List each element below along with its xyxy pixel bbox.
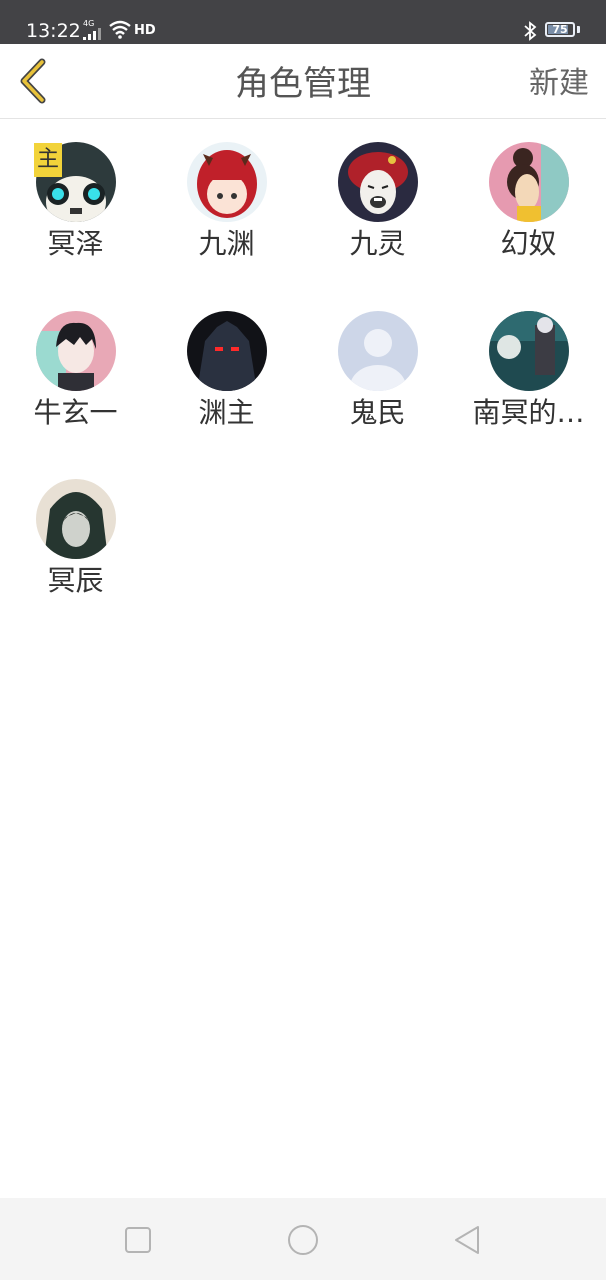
- rage-face-avatar: [338, 142, 418, 222]
- system-nav-bar: [0, 1198, 606, 1280]
- role-name: 牛玄一: [33, 396, 118, 429]
- status-time: 13:22: [26, 20, 81, 42]
- role-item[interactable]: 九渊: [151, 118, 302, 278]
- bluetooth-icon: [524, 21, 537, 41]
- role-name: 渊主: [198, 396, 255, 429]
- status-bar: 13:22 4G HD 75: [0, 0, 606, 44]
- battery-indicator: 75: [545, 22, 575, 37]
- hooded-figure-avatar: [36, 479, 116, 559]
- role-name: 九渊: [198, 227, 255, 260]
- bun-hair-girl-avatar: [489, 142, 569, 222]
- role-item[interactable]: 渊主: [151, 287, 302, 447]
- role-item[interactable]: 冥辰: [0, 455, 151, 615]
- role-item[interactable]: 鬼民: [302, 287, 453, 447]
- hd-label: HD: [134, 23, 156, 38]
- back-nav-button[interactable]: [446, 1218, 490, 1262]
- role-item[interactable]: 冥泽: [0, 118, 151, 278]
- wifi-icon: [109, 20, 131, 39]
- role-item[interactable]: 九灵: [302, 118, 453, 278]
- red-hair-horns-avatar: [187, 142, 267, 222]
- default-person-avatar: [338, 311, 418, 391]
- role-name: 冥泽: [47, 227, 104, 260]
- page-title: 角色管理: [235, 64, 371, 104]
- battery-tip: [577, 26, 580, 33]
- role-name: 南冥的…: [472, 396, 585, 429]
- shadow-demon-avatar: [187, 311, 267, 391]
- signal-icon: [83, 28, 101, 40]
- recent-apps-button[interactable]: [116, 1218, 160, 1262]
- home-button[interactable]: [281, 1218, 325, 1262]
- dark-hair-boy-avatar: [36, 311, 116, 391]
- ghost-scene-avatar: [489, 311, 569, 391]
- battery-percent: 75: [552, 23, 568, 36]
- role-name: 幻奴: [500, 227, 557, 260]
- nav-bar: 角色管理 新建: [0, 44, 606, 119]
- main-role-badge: 主: [34, 143, 62, 177]
- role-name: 鬼民: [349, 396, 406, 429]
- role-name: 冥辰: [47, 564, 104, 597]
- role-item[interactable]: 南冥的…: [453, 287, 604, 447]
- role-name: 九灵: [349, 227, 406, 260]
- role-item[interactable]: 幻奴: [453, 118, 604, 278]
- role-item[interactable]: 牛玄一: [0, 287, 151, 447]
- new-button[interactable]: 新建: [529, 64, 589, 104]
